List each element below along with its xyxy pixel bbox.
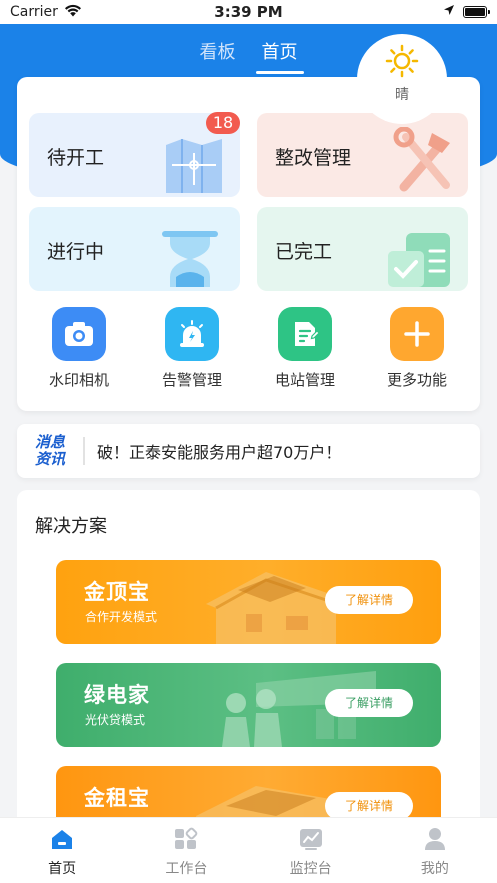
shortcut-more-functions[interactable]: 更多功能 [362, 307, 472, 390]
solution-subtitle: 合作开发模式 [85, 610, 158, 624]
home-icon [0, 826, 124, 852]
alarm-icon [165, 307, 219, 361]
learn-more-button[interactable]: 了解详情 [325, 792, 413, 820]
card-in-progress-label: 进行中 [47, 241, 105, 263]
location-arrow-icon [443, 4, 455, 20]
nav-home-label: 首页 [48, 861, 77, 877]
news-divider [83, 437, 85, 465]
shortcut-station-management[interactable]: 电站管理 [250, 307, 360, 390]
profile-icon [373, 826, 497, 852]
nav-monitor[interactable]: 监控台 [249, 818, 373, 883]
news-headline[interactable]: 破！正泰安能服务用户超70万户！ [97, 439, 341, 463]
news-ticker[interactable]: 消息 资讯 破！正泰安能服务用户超70万户！ [17, 424, 480, 478]
card-completed-label: 已完工 [275, 241, 333, 263]
nav-workbench[interactable]: 工作台 [124, 818, 248, 883]
blueprint-icon [162, 135, 226, 197]
learn-more-button[interactable]: 了解详情 [325, 586, 413, 614]
carrier-label: Carrier [10, 4, 58, 20]
bottom-nav: 首页 工作台 监控台 我的 [0, 817, 497, 883]
nav-home[interactable]: 首页 [0, 818, 124, 883]
status-bar: Carrier 3:39 PM [0, 0, 497, 24]
weather-label: 晴 [395, 87, 409, 103]
news-logo-line1: 消息 [35, 433, 66, 451]
tab-home[interactable]: 首页 [255, 38, 304, 74]
nav-profile[interactable]: 我的 [373, 818, 497, 883]
solution-card-lvdianjia[interactable]: 绿电家 光伏贷模式 了解详情 [56, 663, 441, 747]
card-rectification[interactable]: 整改管理 [257, 113, 468, 197]
news-logo-line2: 资讯 [35, 450, 66, 468]
nav-monitor-label: 监控台 [289, 861, 332, 877]
shortcut-station-management-label: 电站管理 [274, 371, 335, 389]
hourglass-icon [160, 229, 220, 291]
shortcut-more-functions-label: 更多功能 [386, 371, 447, 389]
wifi-icon [64, 4, 82, 21]
card-pending-start-label: 待开工 [47, 147, 105, 169]
solutions-section: 解决方案 金顶宝 合作开发模式 了解详情 绿电家 光伏贷模式 了解详情 金租宝 … [17, 490, 480, 830]
nav-profile-label: 我的 [420, 861, 449, 877]
learn-more-button[interactable]: 了解详情 [325, 689, 413, 717]
card-rectification-label: 整改管理 [275, 147, 352, 169]
top-tabs: 看板 首页 [0, 38, 497, 74]
card-completed[interactable]: 已完工 [257, 207, 468, 291]
solution-subtitle: 光伏贷模式 [85, 713, 146, 727]
shortcut-watermark-camera-label: 水印相机 [48, 371, 109, 389]
checklist-icon [386, 231, 452, 291]
status-time: 3:39 PM [214, 3, 283, 21]
news-logo: 消息 资讯 [35, 434, 73, 468]
shortcut-watermark-camera[interactable]: 水印相机 [24, 307, 134, 390]
plus-icon [390, 307, 444, 361]
tools-icon [392, 126, 458, 197]
card-in-progress[interactable]: 进行中 [29, 207, 240, 291]
nav-workbench-label: 工作台 [165, 861, 208, 877]
solution-name: 绿电家 [84, 683, 150, 707]
workbench-icon [124, 826, 248, 852]
battery-icon [463, 6, 490, 18]
solution-card-jindingbao[interactable]: 金顶宝 合作开发模式 了解详情 [56, 560, 441, 644]
pending-count-badge: 18 [206, 112, 240, 134]
solution-name: 金顶宝 [84, 580, 150, 604]
document-edit-icon [278, 307, 332, 361]
solutions-title: 解决方案 [35, 516, 107, 537]
tab-dashboard[interactable]: 看板 [200, 38, 236, 74]
shortcut-alarm-management[interactable]: 告警管理 [137, 307, 247, 390]
solution-name: 金租宝 [84, 786, 150, 810]
shortcut-alarm-management-label: 告警管理 [161, 371, 222, 389]
monitor-icon [249, 826, 373, 852]
camera-icon [52, 307, 106, 361]
quick-access-card: 待开工 整改管理 进行中 已完工 水印相机 告警管理 电站管理 更多功能 [17, 77, 480, 411]
